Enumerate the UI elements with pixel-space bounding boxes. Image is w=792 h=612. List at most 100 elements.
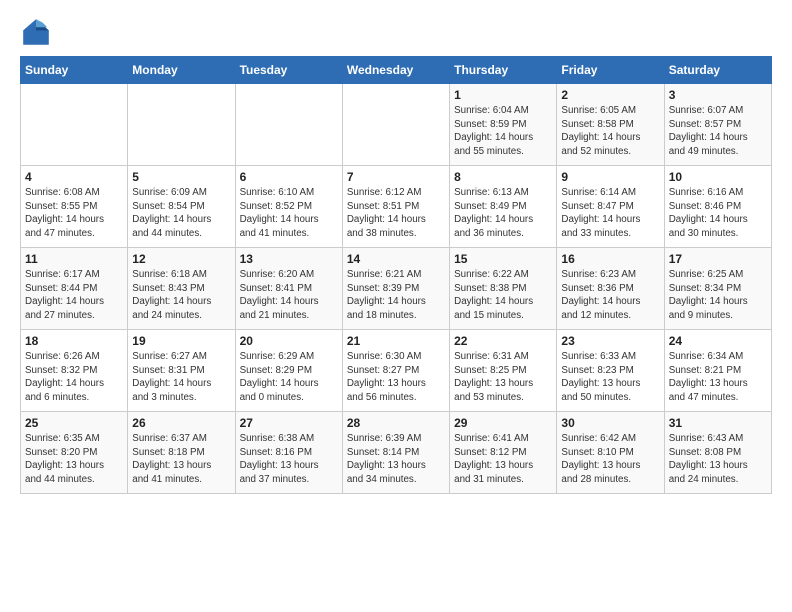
calendar-cell: 25 Sunrise: 6:35 AMSunset: 8:20 PMDayligh…: [21, 412, 128, 494]
day-info: Sunrise: 6:30 AMSunset: 8:27 PMDaylight:…: [347, 350, 445, 405]
calendar-cell: 13 Sunrise: 6:20 AMSunset: 8:41 PMDayligh…: [235, 248, 342, 330]
calendar-cell: 8 Sunrise: 6:13 AMSunset: 8:49 PMDaylight…: [450, 166, 557, 248]
page-container: SundayMondayTuesdayWednesdayThursdayFrid…: [0, 0, 792, 504]
calendar-cell: 10 Sunrise: 6:16 AMSunset: 8:46 PMDayligh…: [664, 166, 771, 248]
logo: [20, 16, 56, 48]
day-number: 6: [240, 170, 338, 184]
calendar-cell: 19 Sunrise: 6:27 AMSunset: 8:31 PMDayligh…: [128, 330, 235, 412]
logo-icon: [20, 16, 52, 48]
day-info: Sunrise: 6:33 AMSunset: 8:23 PMDaylight:…: [561, 350, 659, 405]
calendar-week-2: 4 Sunrise: 6:08 AMSunset: 8:55 PMDaylight…: [21, 166, 772, 248]
day-info: Sunrise: 6:10 AMSunset: 8:52 PMDaylight:…: [240, 186, 338, 241]
day-info: Sunrise: 6:37 AMSunset: 8:18 PMDaylight:…: [132, 432, 230, 487]
calendar-header-wednesday: Wednesday: [342, 57, 449, 84]
day-info: Sunrise: 6:13 AMSunset: 8:49 PMDaylight:…: [454, 186, 552, 241]
calendar-cell: 9Sunrise: 6:14 AMSunset: 8:47 PMDaylight…: [557, 166, 664, 248]
day-info: Sunrise: 6:05 AMSunset: 8:58 PMDaylight:…: [561, 104, 659, 159]
day-number: 1: [454, 88, 552, 102]
day-number: 22: [454, 334, 552, 348]
calendar-cell: 16Sunrise: 6:23 AMSunset: 8:36 PMDayligh…: [557, 248, 664, 330]
calendar-cell: 6 Sunrise: 6:10 AMSunset: 8:52 PMDaylight…: [235, 166, 342, 248]
day-number: 26: [132, 416, 230, 430]
day-info: Sunrise: 6:22 AMSunset: 8:38 PMDaylight:…: [454, 268, 552, 323]
calendar-week-1: 1 Sunrise: 6:04 AMSunset: 8:59 PMDaylight…: [21, 84, 772, 166]
calendar-cell: [235, 84, 342, 166]
day-number: 4: [25, 170, 123, 184]
calendar-cell: 18Sunrise: 6:26 AMSunset: 8:32 PMDayligh…: [21, 330, 128, 412]
calendar-cell: [342, 84, 449, 166]
day-info: Sunrise: 6:12 AMSunset: 8:51 PMDaylight:…: [347, 186, 445, 241]
day-info: Sunrise: 6:31 AMSunset: 8:25 PMDaylight:…: [454, 350, 552, 405]
calendar-cell: [128, 84, 235, 166]
day-info: Sunrise: 6:27 AMSunset: 8:31 PMDaylight:…: [132, 350, 230, 405]
calendar-cell: 27 Sunrise: 6:38 AMSunset: 8:16 PMDayligh…: [235, 412, 342, 494]
calendar-header-monday: Monday: [128, 57, 235, 84]
day-info: Sunrise: 6:04 AMSunset: 8:59 PMDaylight:…: [454, 104, 552, 159]
day-info: Sunrise: 6:16 AMSunset: 8:46 PMDaylight:…: [669, 186, 767, 241]
day-number: 11: [25, 252, 123, 266]
day-info: Sunrise: 6:14 AMSunset: 8:47 PMDaylight:…: [561, 186, 659, 241]
calendar-table: SundayMondayTuesdayWednesdayThursdayFrid…: [20, 56, 772, 494]
calendar-week-5: 25 Sunrise: 6:35 AMSunset: 8:20 PMDayligh…: [21, 412, 772, 494]
calendar-cell: 15Sunrise: 6:22 AMSunset: 8:38 PMDayligh…: [450, 248, 557, 330]
day-number: 19: [132, 334, 230, 348]
day-info: Sunrise: 6:38 AMSunset: 8:16 PMDaylight:…: [240, 432, 338, 487]
calendar-cell: 17 Sunrise: 6:25 AMSunset: 8:34 PMDayligh…: [664, 248, 771, 330]
day-number: 21: [347, 334, 445, 348]
calendar-cell: 26 Sunrise: 6:37 AMSunset: 8:18 PMDayligh…: [128, 412, 235, 494]
day-number: 23: [561, 334, 659, 348]
calendar-cell: 4 Sunrise: 6:08 AMSunset: 8:55 PMDaylight…: [21, 166, 128, 248]
day-number: 25: [25, 416, 123, 430]
day-info: Sunrise: 6:35 AMSunset: 8:20 PMDaylight:…: [25, 432, 123, 487]
day-info: Sunrise: 6:39 AMSunset: 8:14 PMDaylight:…: [347, 432, 445, 487]
day-number: 7: [347, 170, 445, 184]
day-number: 27: [240, 416, 338, 430]
day-number: 12: [132, 252, 230, 266]
calendar-cell: 5Sunrise: 6:09 AMSunset: 8:54 PMDaylight…: [128, 166, 235, 248]
day-number: 28: [347, 416, 445, 430]
calendar-cell: 31 Sunrise: 6:43 AMSunset: 8:08 PMDayligh…: [664, 412, 771, 494]
day-number: 14: [347, 252, 445, 266]
calendar-cell: 21 Sunrise: 6:30 AMSunset: 8:27 PMDayligh…: [342, 330, 449, 412]
day-number: 13: [240, 252, 338, 266]
day-number: 24: [669, 334, 767, 348]
calendar-header-thursday: Thursday: [450, 57, 557, 84]
calendar-cell: 29 Sunrise: 6:41 AMSunset: 8:12 PMDayligh…: [450, 412, 557, 494]
calendar-header-friday: Friday: [557, 57, 664, 84]
day-number: 17: [669, 252, 767, 266]
calendar-cell: 14 Sunrise: 6:21 AMSunset: 8:39 PMDayligh…: [342, 248, 449, 330]
day-info: Sunrise: 6:43 AMSunset: 8:08 PMDaylight:…: [669, 432, 767, 487]
day-number: 8: [454, 170, 552, 184]
day-info: Sunrise: 6:23 AMSunset: 8:36 PMDaylight:…: [561, 268, 659, 323]
day-info: Sunrise: 6:42 AMSunset: 8:10 PMDaylight:…: [561, 432, 659, 487]
day-info: Sunrise: 6:34 AMSunset: 8:21 PMDaylight:…: [669, 350, 767, 405]
day-number: 29: [454, 416, 552, 430]
calendar-cell: 23 Sunrise: 6:33 AMSunset: 8:23 PMDayligh…: [557, 330, 664, 412]
day-info: Sunrise: 6:25 AMSunset: 8:34 PMDaylight:…: [669, 268, 767, 323]
day-info: Sunrise: 6:21 AMSunset: 8:39 PMDaylight:…: [347, 268, 445, 323]
calendar-cell: 7 Sunrise: 6:12 AMSunset: 8:51 PMDaylight…: [342, 166, 449, 248]
calendar-header-saturday: Saturday: [664, 57, 771, 84]
day-info: Sunrise: 6:08 AMSunset: 8:55 PMDaylight:…: [25, 186, 123, 241]
day-number: 3: [669, 88, 767, 102]
calendar-cell: 24 Sunrise: 6:34 AMSunset: 8:21 PMDayligh…: [664, 330, 771, 412]
calendar-cell: 28 Sunrise: 6:39 AMSunset: 8:14 PMDayligh…: [342, 412, 449, 494]
day-number: 2: [561, 88, 659, 102]
day-info: Sunrise: 6:07 AMSunset: 8:57 PMDaylight:…: [669, 104, 767, 159]
day-info: Sunrise: 6:17 AMSunset: 8:44 PMDaylight:…: [25, 268, 123, 323]
calendar-cell: 20Sunrise: 6:29 AMSunset: 8:29 PMDayligh…: [235, 330, 342, 412]
calendar-cell: 3 Sunrise: 6:07 AMSunset: 8:57 PMDaylight…: [664, 84, 771, 166]
header: [20, 16, 772, 48]
day-number: 10: [669, 170, 767, 184]
calendar-cell: [21, 84, 128, 166]
calendar-header-tuesday: Tuesday: [235, 57, 342, 84]
day-number: 31: [669, 416, 767, 430]
calendar-cell: 30Sunrise: 6:42 AMSunset: 8:10 PMDayligh…: [557, 412, 664, 494]
day-info: Sunrise: 6:18 AMSunset: 8:43 PMDaylight:…: [132, 268, 230, 323]
day-number: 20: [240, 334, 338, 348]
day-number: 5: [132, 170, 230, 184]
day-info: Sunrise: 6:41 AMSunset: 8:12 PMDaylight:…: [454, 432, 552, 487]
calendar-cell: 11 Sunrise: 6:17 AMSunset: 8:44 PMDayligh…: [21, 248, 128, 330]
day-info: Sunrise: 6:20 AMSunset: 8:41 PMDaylight:…: [240, 268, 338, 323]
calendar-cell: 2 Sunrise: 6:05 AMSunset: 8:58 PMDaylight…: [557, 84, 664, 166]
